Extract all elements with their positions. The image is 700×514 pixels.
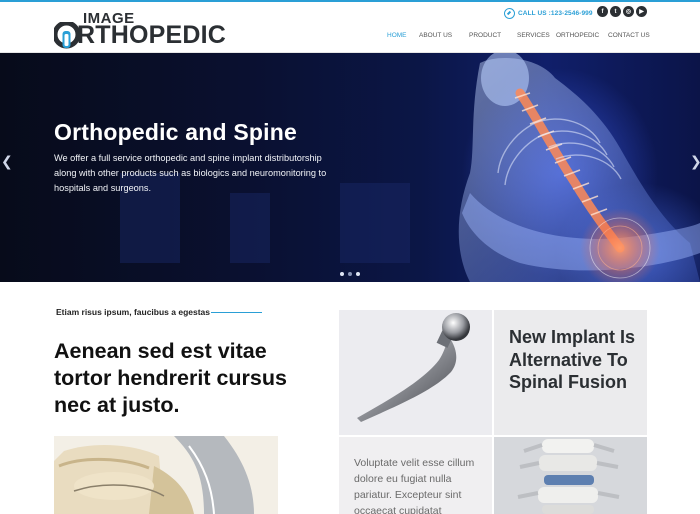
slider-next-arrow[interactable]: ❯ (690, 153, 700, 170)
nav-product[interactable]: PRODUCT (469, 32, 501, 39)
spine-photo (54, 436, 278, 514)
hero-slider: ❮ ❯ Orthopedic and Spine We offer a full… (0, 53, 700, 282)
nav-about-us[interactable]: ABOUT US (419, 32, 452, 39)
instagram-icon[interactable]: ◎ (623, 6, 634, 17)
phone-number: CALL US :123-2546-999 (518, 9, 593, 17)
logo-text-main: RTHOPEDIC (77, 21, 227, 49)
slider-dot[interactable] (356, 272, 360, 276)
implant-image-tile[interactable] (339, 310, 492, 435)
section-heading: Aenean sed est vitae tortor hendrerit cu… (54, 339, 287, 417)
nav-contact-us[interactable]: CONTACT US (608, 32, 650, 39)
slider-dot-active[interactable] (348, 272, 352, 276)
slider-dots (340, 272, 360, 276)
nav-home[interactable]: HOME (387, 32, 407, 39)
hero-description: We offer a full service orthopedic and s… (54, 153, 327, 193)
site-logo[interactable]: IMAGE RTHOPEDIC (54, 10, 226, 49)
section-eyebrow: Etiam risus ipsum, faucibus a egestas (56, 307, 211, 317)
hero-title: Orthopedic and Spine (54, 119, 297, 145)
spine-model-tile[interactable] (494, 437, 647, 514)
body-text: Voluptate velit esse cillum dolore eu fu… (354, 457, 475, 514)
slider-prev-arrow[interactable]: ❮ (1, 153, 13, 170)
nav-services[interactable]: SERVICES (517, 32, 550, 39)
facebook-icon[interactable]: f (597, 6, 608, 17)
site-header: IMAGE RTHOPEDIC CALL US :123-2546-999 f … (0, 0, 700, 53)
contact-phone[interactable]: CALL US :123-2546-999 (504, 7, 593, 19)
slider-dot[interactable] (340, 272, 344, 276)
nav-orthopedic[interactable]: ORTHOPEDIC (556, 32, 599, 39)
spine-model-image (494, 437, 647, 514)
phone-icon (504, 7, 515, 19)
social-links: f t ◎ ▶ (597, 6, 647, 17)
logo-badge-icon (54, 22, 79, 49)
spine-closeup-image (54, 436, 278, 514)
hip-implant-image (357, 313, 470, 422)
eyebrow-divider (211, 312, 262, 313)
twitter-icon[interactable]: t (610, 6, 621, 17)
youtube-icon[interactable]: ▶ (636, 6, 647, 17)
feature-title: New Implant Is Alternative To Spinal Fus… (509, 327, 636, 392)
feature-title-tile[interactable]: New Implant Is Alternative To Spinal Fus… (494, 310, 647, 435)
body-text-tile: Voluptate velit esse cillum dolore eu fu… (339, 437, 492, 514)
